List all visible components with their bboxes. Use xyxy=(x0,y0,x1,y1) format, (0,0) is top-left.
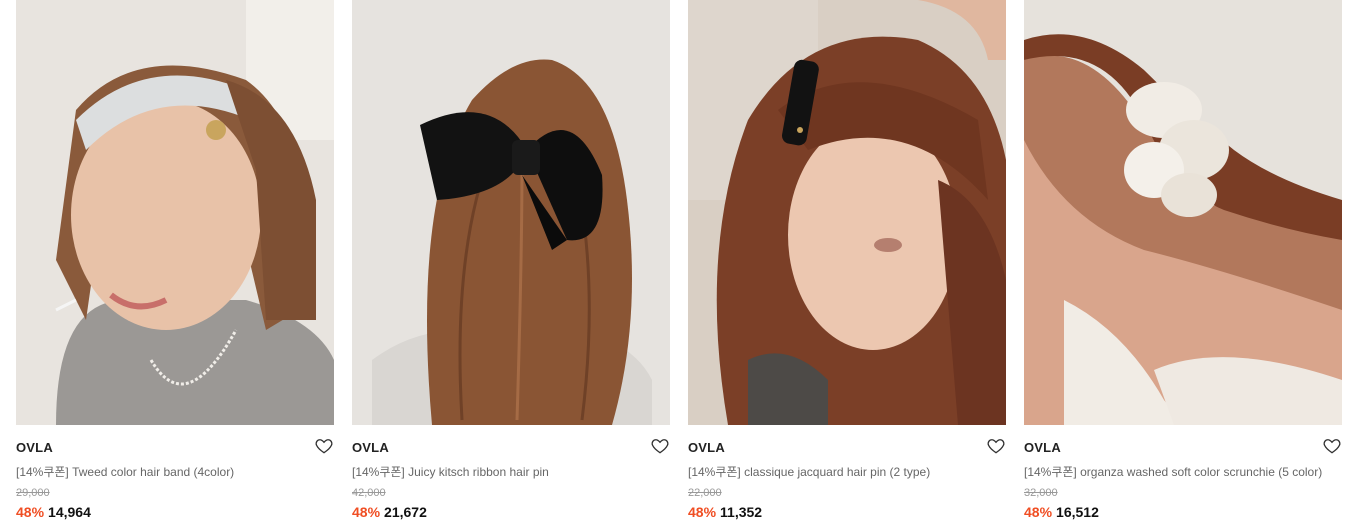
product-card[interactable]: OVLA [14%쿠폰] Tweed color hair band (4col… xyxy=(16,0,334,520)
price-row: 48% 14,964 xyxy=(16,504,91,520)
sale-price: 16,512 xyxy=(1056,504,1099,520)
sale-price: 14,964 xyxy=(48,504,91,520)
original-price: 42,000 xyxy=(352,487,386,499)
sale-price: 21,672 xyxy=(384,504,427,520)
original-price: 22,000 xyxy=(688,487,722,499)
product-image[interactable] xyxy=(352,0,670,425)
woman-tweed-hairband-photo xyxy=(16,0,334,425)
brand-name[interactable]: OVLA xyxy=(1024,440,1061,455)
price-row: 48% 16,512 xyxy=(1024,504,1099,520)
product-image[interactable] xyxy=(16,0,334,425)
discount-rate: 48% xyxy=(1024,504,1053,520)
black-ribbon-hairpin-photo xyxy=(352,0,670,425)
price-row: 48% 11,352 xyxy=(688,504,762,520)
product-title[interactable]: [14%쿠폰] Juicy kitsch ribbon hair pin xyxy=(352,463,670,480)
product-title[interactable]: [14%쿠폰] classique jacquard hair pin (2 t… xyxy=(688,463,1006,480)
discount-rate: 48% xyxy=(352,504,381,520)
price-row: 48% 21,672 xyxy=(352,504,427,520)
discount-rate: 48% xyxy=(16,504,45,520)
product-title[interactable]: [14%쿠폰] organza washed soft color scrunc… xyxy=(1024,463,1342,480)
brand-name[interactable]: OVLA xyxy=(16,440,53,455)
product-card[interactable]: OVLA [14%쿠폰] Juicy kitsch ribbon hair pi… xyxy=(352,0,670,520)
discount-rate: 48% xyxy=(688,504,717,520)
sale-price: 11,352 xyxy=(720,504,763,520)
product-image[interactable] xyxy=(688,0,1006,425)
brand-name[interactable]: OVLA xyxy=(352,440,389,455)
product-image[interactable] xyxy=(1024,0,1342,425)
product-card[interactable]: OVLA [14%쿠폰] classique jacquard hair pin… xyxy=(688,0,1006,520)
woman-jacquard-hairpin-photo xyxy=(688,0,1006,425)
brand-name[interactable]: OVLA xyxy=(688,440,725,455)
product-card[interactable]: OVLA [14%쿠폰] organza washed soft color s… xyxy=(1024,0,1342,520)
wishlist-heart-icon[interactable] xyxy=(1322,436,1342,456)
organza-scrunchie-photo xyxy=(1024,0,1342,425)
wishlist-heart-icon[interactable] xyxy=(986,436,1006,456)
wishlist-heart-icon[interactable] xyxy=(314,436,334,456)
original-price: 32,000 xyxy=(1024,487,1058,499)
wishlist-heart-icon[interactable] xyxy=(650,436,670,456)
original-price: 29,000 xyxy=(16,487,50,499)
product-title[interactable]: [14%쿠폰] Tweed color hair band (4color) xyxy=(16,463,334,480)
